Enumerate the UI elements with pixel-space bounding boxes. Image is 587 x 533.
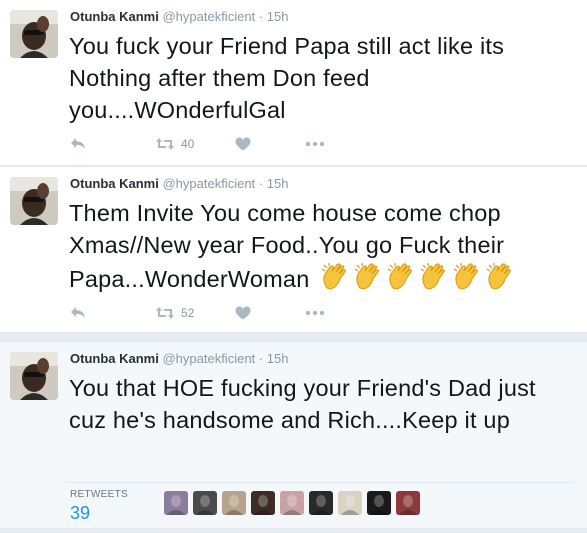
tweet-header: Otunba Kanmi @hypatekficient · 15h [70, 8, 288, 26]
avatar[interactable] [10, 177, 58, 225]
retweet-icon [156, 138, 174, 150]
retweeter-avatars [164, 491, 425, 515]
more-icon [305, 141, 325, 147]
timestamp[interactable]: 15h [267, 176, 289, 191]
retweet-button[interactable]: 40 [155, 137, 235, 151]
emoji-group [316, 266, 514, 292]
tweet-text: You that HOE fucking your Friend's Dad j… [69, 375, 536, 433]
clapping-hands-icon [418, 261, 448, 291]
retweet-button[interactable]: 52 [155, 306, 235, 320]
retweet-icon [156, 307, 174, 319]
reply-icon [71, 307, 85, 318]
retweeter-avatar[interactable] [193, 491, 217, 515]
avatar-image [10, 352, 58, 400]
more-button[interactable] [305, 310, 325, 316]
retweeter-avatar[interactable] [164, 491, 188, 515]
separator: · [258, 9, 264, 24]
author-handle[interactable]: @hypatekficient [162, 9, 255, 24]
retweeter-avatar[interactable] [251, 491, 275, 515]
like-button[interactable] [235, 137, 305, 151]
stats-label: RETWEETS [70, 489, 128, 500]
tweet-text-container: Them Invite You come house come chop Xma… [69, 197, 573, 295]
reply-button[interactable] [70, 137, 155, 151]
author-name[interactable]: Otunba Kanmi [70, 176, 159, 191]
clapping-hands-icon [352, 261, 382, 291]
heart-icon [235, 306, 251, 320]
author-name[interactable]: Otunba Kanmi [70, 9, 159, 24]
avatar[interactable] [10, 10, 58, 58]
avatar[interactable] [10, 352, 58, 400]
retweet-count: 40 [181, 137, 195, 151]
timestamp[interactable]: 15h [267, 351, 289, 366]
tweet-3[interactable]: Otunba Kanmi @hypatekficient · 15h You t… [0, 341, 587, 529]
separator: · [258, 176, 264, 191]
heart-icon [235, 137, 251, 151]
reply-button[interactable] [70, 306, 155, 320]
tweet-actions: 52 [70, 303, 325, 323]
clapping-hands-icon [319, 261, 349, 291]
tweet-1[interactable]: Otunba Kanmi @hypatekficient · 15h You f… [0, 0, 587, 166]
timestamp[interactable]: 15h [267, 9, 289, 24]
tweet-header: Otunba Kanmi @hypatekficient · 15h [70, 175, 288, 193]
clapping-hands-icon [484, 261, 514, 291]
tweet-actions: 40 [70, 134, 325, 154]
retweet-stats: RETWEETS 39 [66, 482, 573, 533]
tweet-header: Otunba Kanmi @hypatekficient · 15h [70, 350, 288, 368]
like-button[interactable] [235, 306, 305, 320]
retweet-count: 52 [181, 306, 195, 320]
tweet-text: You fuck your Friend Papa still act like… [69, 33, 505, 123]
more-icon [305, 310, 325, 316]
retweeter-avatar[interactable] [280, 491, 304, 515]
reply-icon [71, 138, 85, 149]
avatar-image [10, 10, 58, 58]
clapping-hands-icon [385, 261, 415, 291]
author-handle[interactable]: @hypatekficient [162, 351, 255, 366]
separator: · [258, 351, 264, 366]
tweet-2[interactable]: Otunba Kanmi @hypatekficient · 15h Them … [0, 167, 587, 333]
author-name[interactable]: Otunba Kanmi [70, 351, 159, 366]
author-handle[interactable]: @hypatekficient [162, 176, 255, 191]
retweet-count[interactable]: 39 [70, 503, 90, 524]
avatar-image [10, 177, 58, 225]
retweeter-avatar[interactable] [309, 491, 333, 515]
retweeter-avatar[interactable] [222, 491, 246, 515]
retweeter-avatar[interactable] [367, 491, 391, 515]
more-button[interactable] [305, 141, 325, 147]
clapping-hands-icon [451, 261, 481, 291]
retweeter-avatar[interactable] [338, 491, 362, 515]
retweeter-avatar[interactable] [396, 491, 420, 515]
